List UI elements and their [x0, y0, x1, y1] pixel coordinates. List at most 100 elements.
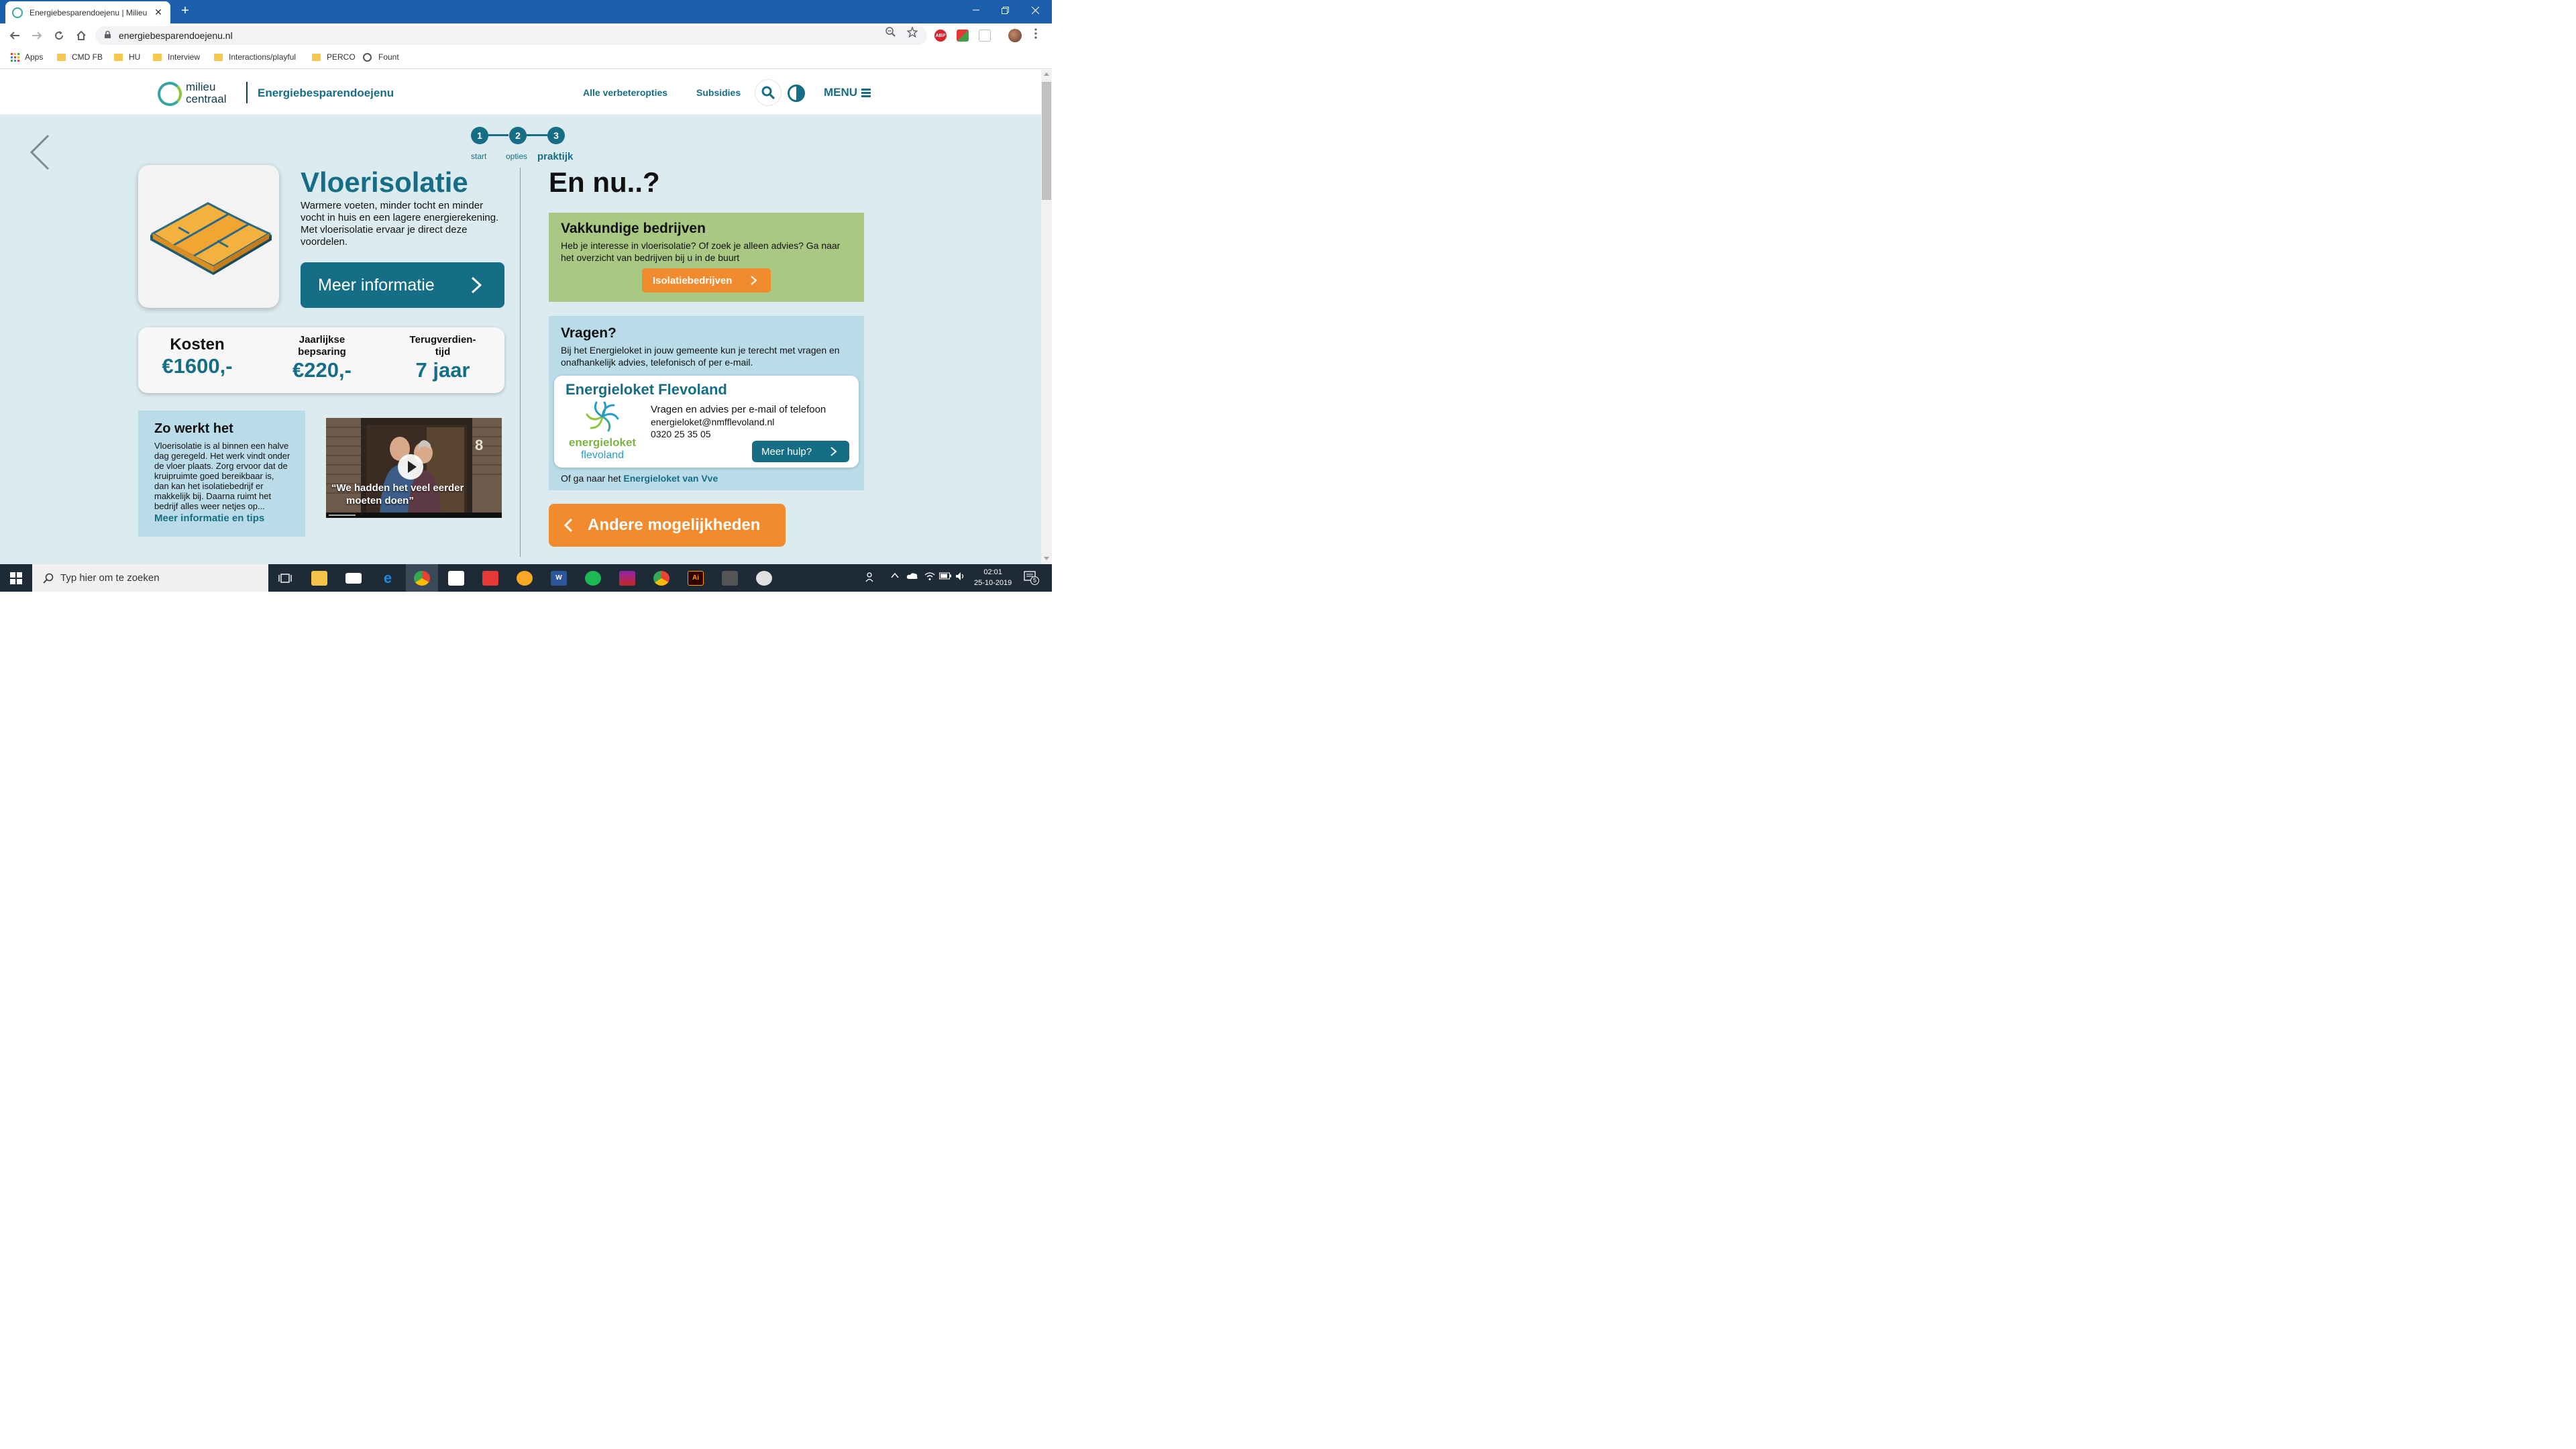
- energieloket-logo-word1: energieloket: [568, 436, 637, 449]
- url-text: energiebesparendoejenu.nl: [119, 30, 233, 41]
- system-clock[interactable]: 02:01 25-10-2019: [974, 567, 1012, 588]
- scroll-up-icon[interactable]: [1043, 72, 1050, 77]
- energieloket-phone[interactable]: 0320 25 35 05: [651, 428, 826, 440]
- minimize-window-button[interactable]: [961, 0, 991, 20]
- bookmark-label: Interview: [168, 52, 201, 62]
- hamburger-icon: [861, 87, 871, 99]
- restore-window-button[interactable]: [989, 0, 1020, 20]
- saving-value: €220,-: [292, 358, 352, 382]
- video-play-button[interactable]: [398, 454, 423, 480]
- bookmark-interactions-playful[interactable]: Interactions/playful: [214, 52, 296, 62]
- taskbar-edge[interactable]: e: [372, 564, 404, 592]
- browser-menu-icon[interactable]: [1034, 28, 1037, 42]
- start-button[interactable]: [0, 564, 32, 592]
- energieloket-vve-link[interactable]: Energieloket van Vve: [623, 473, 718, 484]
- more-info-tips-link[interactable]: Meer informatie en tips: [154, 513, 290, 524]
- taskbar-file-explorer[interactable]: [303, 564, 335, 592]
- notifications-button[interactable]: 5: [1024, 570, 1039, 586]
- contrast-toggle-icon[interactable]: [788, 85, 805, 102]
- taskbar-spotify[interactable]: [577, 564, 609, 592]
- product-intro: Warmere voeten, minder tocht en minder v…: [301, 200, 499, 248]
- zoom-icon[interactable]: [885, 27, 896, 40]
- bookmarks-bar: Apps CMD FB HU Interview Interactions/pl…: [0, 48, 1052, 69]
- taskbar-mail[interactable]: [337, 564, 370, 592]
- nav-alle-verbeteropties[interactable]: Alle verbeteropties: [583, 87, 667, 98]
- scroll-down-icon[interactable]: [1043, 556, 1050, 561]
- taskbar-paint[interactable]: [748, 564, 780, 592]
- task-view-button[interactable]: [269, 564, 301, 592]
- home-button[interactable]: [73, 28, 89, 44]
- bookmark-hu[interactable]: HU: [114, 52, 140, 62]
- next-steps-title: En nu..?: [549, 166, 660, 198]
- energieloket-swirl-icon: [586, 401, 619, 432]
- bookmark-label: CMD FB: [72, 52, 103, 62]
- bookmark-perco[interactable]: PERCO: [312, 52, 356, 62]
- taskbar-chrome[interactable]: [406, 564, 438, 592]
- tab-close-icon[interactable]: ✕: [153, 7, 164, 18]
- bookmark-fount[interactable]: Fount: [363, 52, 399, 62]
- profile-avatar[interactable]: [1008, 29, 1022, 42]
- milieu-centraal-logo-icon[interactable]: [158, 82, 182, 106]
- insulation-companies-button[interactable]: Isolatiebedrijven: [642, 268, 771, 292]
- energieloket-contact: Vragen en advies per e-mail of telefoon …: [651, 404, 826, 440]
- logo-text[interactable]: milieu centraal: [186, 81, 226, 105]
- scrollbar-thumb[interactable]: [1042, 82, 1051, 200]
- show-hidden-icons-icon[interactable]: [891, 572, 899, 582]
- questions-text: Bij het Energieloket in jouw gemeente ku…: [561, 345, 840, 368]
- browser-tab-active[interactable]: Energiebesparendoejenu | Milieu ✕: [5, 1, 170, 23]
- forward-button[interactable]: [29, 28, 45, 44]
- volume-icon[interactable]: [955, 572, 966, 583]
- wifi-icon[interactable]: [924, 572, 935, 583]
- saving-label-1: Jaarlijkse: [299, 334, 345, 345]
- address-bar[interactable]: energiebesparendoejenu.nl: [95, 26, 927, 45]
- saving-label-2: bepsaring: [298, 346, 346, 358]
- site-name[interactable]: Energiebesparendoejenu: [258, 87, 394, 100]
- taskbar-word[interactable]: W: [543, 564, 575, 592]
- taskbar-winrar[interactable]: [611, 564, 643, 592]
- taskbar-store[interactable]: [440, 564, 472, 592]
- bookmark-star-icon[interactable]: [906, 26, 918, 40]
- bookmark-apps[interactable]: Apps: [11, 52, 43, 62]
- other-options-button[interactable]: Andere mogelijkheden: [549, 504, 786, 547]
- questions-box: Vragen? Bij het Energieloket in jouw gem…: [549, 316, 864, 490]
- energieloket-email[interactable]: energieloket@nmfflevoland.nl: [651, 416, 826, 428]
- taskbar-calculator[interactable]: [714, 564, 746, 592]
- questions-title: Vragen?: [561, 325, 616, 341]
- bookmark-interview[interactable]: Interview: [153, 52, 200, 62]
- page-title: Vloerisolatie: [301, 166, 468, 198]
- people-icon[interactable]: [865, 572, 876, 584]
- more-help-button[interactable]: Meer hulp?: [752, 441, 849, 462]
- stats-card: Kosten €1600,- Jaarlijkse bepsaring €220…: [138, 327, 504, 393]
- bookmark-label: PERCO: [327, 52, 356, 62]
- battery-icon[interactable]: [939, 572, 951, 582]
- back-button[interactable]: [7, 28, 23, 44]
- mail-icon: [345, 572, 362, 584]
- extension-colorful-icon[interactable]: [957, 30, 969, 42]
- taskbar-chrome-profile[interactable]: [645, 564, 678, 592]
- site-search-button[interactable]: [755, 79, 782, 106]
- notification-count: 5: [1030, 576, 1039, 585]
- folder-icon: [153, 53, 162, 61]
- logo-line1: milieu: [186, 80, 216, 93]
- bookmark-cmd-fb[interactable]: CMD FB: [57, 52, 103, 62]
- taskbar-app-circle[interactable]: [508, 564, 541, 592]
- step-1-dot[interactable]: 1: [471, 127, 488, 144]
- menu-button[interactable]: MENU: [824, 86, 871, 99]
- reload-button[interactable]: [51, 28, 67, 44]
- previous-page-button[interactable]: [30, 134, 56, 170]
- step-3-dot[interactable]: 3: [547, 127, 565, 144]
- taskbar-illustrator[interactable]: Ai: [680, 564, 712, 592]
- browser-titlebar: Energiebesparendoejenu | Milieu ✕ +: [0, 0, 1052, 23]
- extension-grey-icon[interactable]: [979, 30, 991, 42]
- new-tab-button[interactable]: +: [177, 3, 193, 19]
- bookmark-label: HU: [129, 52, 141, 62]
- more-information-button[interactable]: Meer informatie: [301, 262, 504, 308]
- taskbar-search-box[interactable]: Typ hier om te zoeken: [32, 564, 268, 592]
- testimonial-video[interactable]: 8 “We hadden het veel eerder moeten doen…: [326, 418, 502, 518]
- close-window-button[interactable]: [1020, 0, 1051, 20]
- nav-subsidies[interactable]: Subsidies: [696, 87, 741, 98]
- onedrive-cloud-icon[interactable]: [906, 572, 918, 582]
- adblock-extension-icon[interactable]: ABP: [934, 30, 947, 42]
- step-2-dot[interactable]: 2: [509, 127, 527, 144]
- taskbar-gift-app[interactable]: [474, 564, 506, 592]
